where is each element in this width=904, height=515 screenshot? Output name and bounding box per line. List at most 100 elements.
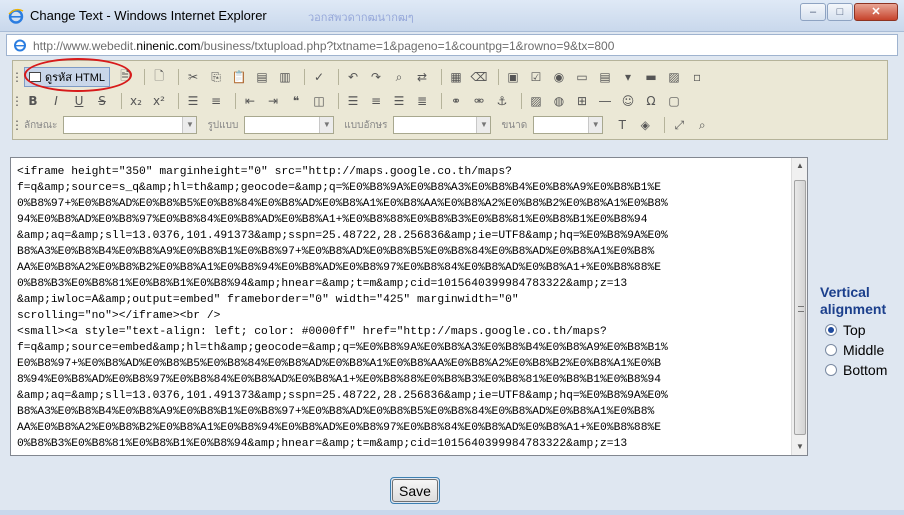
background-title: วอกสพวดากฒนากฒๆ: [308, 11, 414, 24]
toolbar-separator: [664, 117, 666, 133]
maximize-editor-icon[interactable]: ⤢: [670, 116, 688, 134]
find-icon[interactable]: ⌕: [390, 68, 408, 86]
button-icon[interactable]: ▬: [642, 68, 660, 86]
radio-bottom-button[interactable]: [825, 363, 837, 376]
show-blocks-icon[interactable]: ⌕: [693, 116, 711, 134]
image-icon[interactable]: ▨: [527, 92, 545, 110]
size-combo-label: ขนาด: [501, 119, 528, 131]
strike-icon[interactable]: S: [93, 92, 111, 110]
align-right-icon[interactable]: ☰: [390, 92, 408, 110]
format-combo-label: รูปแบบ: [207, 119, 239, 131]
highlight-annotation: [24, 58, 132, 92]
div-icon[interactable]: ◫: [310, 92, 328, 110]
copy-icon[interactable]: ⎘: [207, 68, 225, 86]
replace-icon[interactable]: ⇄: [413, 68, 431, 86]
size-combo[interactable]: ▼: [533, 116, 604, 134]
radio-top-button[interactable]: [825, 323, 837, 336]
code-line: 0%B8%B3%E0%B8%81%E0%B8%B1%E0%B8%94&amp;h…: [17, 278, 628, 290]
smiley-icon[interactable]: ☺: [619, 92, 637, 110]
table-icon[interactable]: ⊞: [573, 92, 591, 110]
radio-top-label: Top: [843, 321, 866, 338]
format-combo[interactable]: ▼: [244, 116, 335, 134]
toolbar-separator: [178, 93, 179, 109]
unordered-list-icon[interactable]: ≡: [207, 92, 225, 110]
vertical-alignment-group: Vertical alignment Top Middle Bottom: [820, 284, 904, 378]
radio-bottom-label: Bottom: [843, 361, 888, 378]
align-center-icon[interactable]: ≡: [367, 92, 385, 110]
radio-middle-button[interactable]: [825, 343, 837, 356]
cut-icon[interactable]: ✂: [184, 68, 202, 86]
bold-icon[interactable]: B: [24, 92, 42, 110]
form-icon[interactable]: ▣: [504, 68, 522, 86]
blockquote-icon[interactable]: ❝: [287, 92, 305, 110]
outdent-icon[interactable]: ⇤: [241, 92, 259, 110]
radio-top[interactable]: Top: [820, 321, 904, 338]
undo-icon[interactable]: ↶: [344, 68, 362, 86]
font-combo[interactable]: ▼: [393, 116, 492, 134]
address-bar[interactable]: http://www.webedit.ninenic.com/business/…: [6, 34, 898, 56]
ordered-list-icon[interactable]: ☰: [184, 92, 202, 110]
paste-text-icon[interactable]: ▤: [253, 68, 271, 86]
indent-icon[interactable]: ⇥: [264, 92, 282, 110]
scroll-up-icon[interactable]: ▲: [792, 158, 807, 174]
minimize-button[interactable]: –: [800, 3, 826, 21]
unlink-icon[interactable]: ⚮: [470, 92, 488, 110]
toolbar-grip-icon: ⋮: [11, 118, 23, 132]
select-icon[interactable]: ▾: [619, 68, 637, 86]
special-char-icon[interactable]: Ω: [642, 92, 660, 110]
code-line: <small><a style="text-align: left; color…: [17, 326, 607, 338]
flash-icon[interactable]: ◍: [550, 92, 568, 110]
subscript-icon[interactable]: x₂: [127, 92, 145, 110]
paste-icon[interactable]: 📋: [230, 68, 248, 86]
new-page-icon[interactable]: 🗋: [150, 68, 168, 86]
radio-middle[interactable]: Middle: [820, 341, 904, 358]
toolbar-separator: [338, 69, 340, 85]
checkbox-icon[interactable]: ☑: [527, 68, 545, 86]
save-button[interactable]: Save: [390, 477, 440, 504]
maximize-button[interactable]: □: [827, 3, 853, 21]
remove-format-icon[interactable]: ⌫: [470, 68, 488, 86]
redo-icon[interactable]: ↷: [367, 68, 385, 86]
radio-icon[interactable]: ◉: [550, 68, 568, 86]
textfield-icon[interactable]: ▭: [573, 68, 591, 86]
code-line: &amp;aq=&amp;sll=13.0376,101.491373&amp;…: [17, 390, 668, 402]
code-line: <iframe height="350" marginheight="0" sr…: [17, 166, 512, 178]
select-all-icon[interactable]: ▦: [447, 68, 465, 86]
bg-color-icon[interactable]: ◈: [636, 116, 654, 134]
toolbar-grip-icon: ⋮: [11, 70, 23, 84]
toolbar-row-3: ⋮ ลักษณะ ▼ รูปแบบ ▼ แบบอักษร ▼ ขนาด ▼ T …: [11, 114, 716, 136]
link-icon[interactable]: ⚭: [447, 92, 465, 110]
align-left-icon[interactable]: ☰: [344, 92, 362, 110]
textarea-icon[interactable]: ▤: [596, 68, 614, 86]
scroll-down-icon[interactable]: ▼: [792, 439, 807, 455]
code-line: &amp;aq=&amp;sll=13.0376,101.491373&amp;…: [17, 230, 668, 242]
superscript-icon[interactable]: x²: [150, 92, 168, 110]
toolbar-row-2: ⋮ B I U S x₂ x² ☰ ≡ ⇤ ⇥ ❝ ◫ ☰ ≡ ☰ ≣ ⚭ ⚮ …: [11, 90, 688, 112]
toolbar-separator: [338, 93, 339, 109]
image-button-icon[interactable]: ▨: [665, 68, 683, 86]
hidden-field-icon[interactable]: ▫: [688, 68, 706, 86]
html-source-textarea[interactable]: <iframe height="350" marginheight="0" sr…: [10, 157, 808, 456]
justify-icon[interactable]: ≣: [413, 92, 431, 110]
spellcheck-icon[interactable]: ✓: [310, 68, 328, 86]
hr-icon[interactable]: ―: [596, 92, 614, 110]
anchor-icon[interactable]: ⚓: [493, 92, 511, 110]
code-line: AA%E0%B8%A2%E0%B8%B2%E0%B8%A1%E0%B8%94%E…: [17, 422, 662, 434]
window-title: Change Text - Windows Internet Explorer: [30, 8, 267, 23]
grip-icon: [798, 306, 804, 312]
paste-word-icon[interactable]: ▥: [276, 68, 294, 86]
scroll-thumb[interactable]: [794, 180, 806, 435]
italic-icon[interactable]: I: [47, 92, 65, 110]
text-color-icon[interactable]: T: [613, 116, 631, 134]
style-combo-label: ลักษณะ: [24, 119, 58, 131]
underline-icon[interactable]: U: [70, 92, 88, 110]
vertical-scrollbar[interactable]: ▲ ▼: [791, 158, 807, 455]
iframe-icon[interactable]: ▢: [665, 92, 683, 110]
style-combo[interactable]: ▼: [63, 116, 198, 134]
toolbar-grip-icon: ⋮: [11, 94, 23, 108]
toolbar-separator: [498, 69, 500, 85]
radio-bottom[interactable]: Bottom: [820, 361, 904, 378]
toolbar-separator: [521, 93, 522, 109]
close-button[interactable]: ✕: [854, 3, 898, 21]
chevron-down-icon: ▼: [319, 117, 334, 133]
